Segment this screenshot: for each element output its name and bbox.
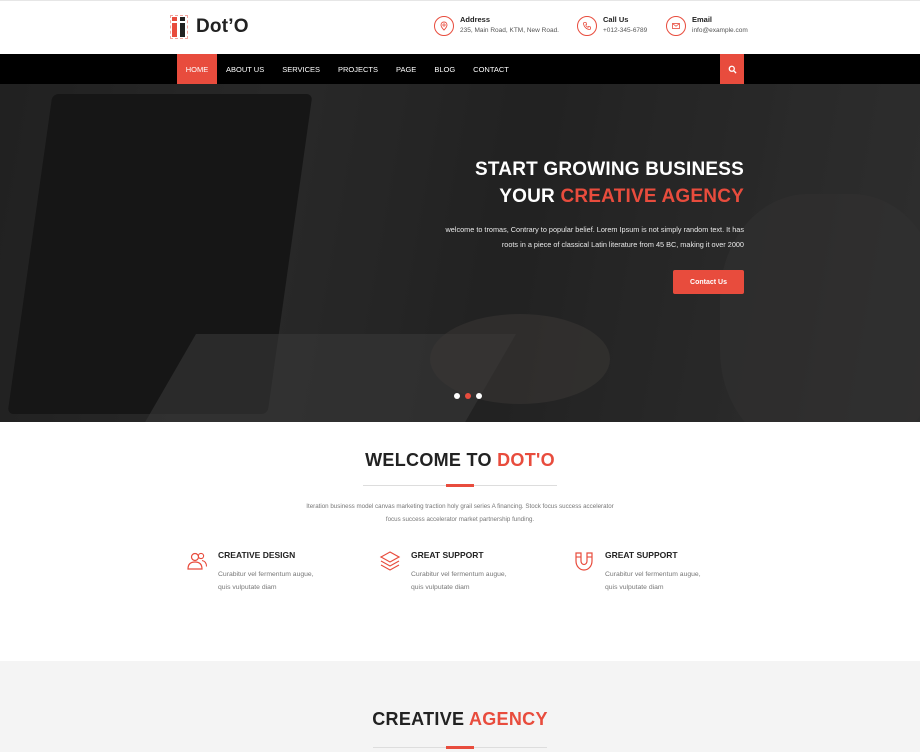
address-block: Address 235, Main Road, KTM, New Road. xyxy=(434,14,559,36)
top-header: Dot’O Address 235, Main Road, KTM, New R… xyxy=(0,0,920,54)
address-value: 235, Main Road, KTM, New Road. xyxy=(460,27,559,34)
envelope-icon xyxy=(666,16,686,36)
nav-item-home[interactable]: HOME xyxy=(177,54,217,84)
feature-text-line2: quis vulputate diam xyxy=(218,584,277,591)
search-icon xyxy=(728,65,737,74)
feature-text: Curabitur vel fermentum augue, quis vulp… xyxy=(605,568,735,594)
hero-desc-line2: roots in a piece of classical Latin lite… xyxy=(501,240,744,249)
feature-text: Curabitur vel fermentum augue, quis vulp… xyxy=(411,568,541,594)
address-title: Address xyxy=(460,15,491,24)
call-block: Call Us +012-345-6789 xyxy=(577,14,647,36)
map-pin-icon xyxy=(434,16,454,36)
slider-dot-2[interactable] xyxy=(465,393,471,399)
welcome-title: WELCOME TO DOT'O xyxy=(0,450,920,471)
nav-item-page[interactable]: PAGE xyxy=(387,54,425,84)
hero-overlay xyxy=(0,84,920,422)
nav-menu: HOME ABOUT US SERVICES PROJECTS PAGE BLO… xyxy=(177,54,518,84)
agency-title-plain: CREATIVE xyxy=(372,709,469,729)
hero-desc-line1: welcome to tromas, Contrary to popular b… xyxy=(445,225,745,234)
users-icon xyxy=(187,552,208,570)
call-title: Call Us xyxy=(603,15,629,24)
welcome-description: Iteration business model canvas marketin… xyxy=(300,500,620,526)
hero-title-line1: START GROWING BUSINESS xyxy=(475,159,744,180)
brand-name: Dot’O xyxy=(196,16,249,37)
welcome-title-accent: DOT'O xyxy=(497,450,555,470)
feature-creative-design: CREATIVE DESIGN Curabitur vel fermentum … xyxy=(186,550,366,610)
feature-great-support-2: GREAT SUPPORT Curabitur vel fermentum au… xyxy=(573,550,753,610)
slider-dots xyxy=(454,393,482,399)
nav-item-blog[interactable]: BLOG xyxy=(425,54,464,84)
welcome-section: WELCOME TO DOT'O Iteration business mode… xyxy=(0,422,920,661)
nav-item-projects[interactable]: PROJECTS xyxy=(329,54,387,84)
email-title: Email xyxy=(692,15,713,24)
slider-dot-1[interactable] xyxy=(454,393,460,399)
agency-title: CREATIVE AGENCY xyxy=(0,709,920,730)
nav-item-services[interactable]: SERVICES xyxy=(273,54,329,84)
feature-great-support-1: GREAT SUPPORT Curabitur vel fermentum au… xyxy=(379,550,559,610)
feature-title: CREATIVE DESIGN xyxy=(218,550,296,560)
logo-mark-icon xyxy=(170,15,190,39)
nav-item-about-us[interactable]: ABOUT US xyxy=(217,54,273,84)
feature-text-line1: Curabitur vel fermentum augue, xyxy=(605,571,701,578)
feature-title: GREAT SUPPORT xyxy=(605,550,678,560)
call-value[interactable]: +012-345-6789 xyxy=(603,25,647,36)
feature-text: Curabitur vel fermentum augue, quis vulp… xyxy=(218,568,348,594)
agency-divider xyxy=(373,746,547,749)
hero-title: START GROWING BUSINESS YOUR CREATIVE AGE… xyxy=(475,156,744,210)
main-navbar: HOME ABOUT US SERVICES PROJECTS PAGE BLO… xyxy=(0,54,920,84)
feature-text-line1: Curabitur vel fermentum augue, xyxy=(411,571,507,578)
welcome-desc-line1: Iteration business model canvas marketin… xyxy=(306,503,614,510)
email-value[interactable]: info@example.com xyxy=(692,25,748,36)
feature-title: GREAT SUPPORT xyxy=(411,550,484,560)
welcome-divider xyxy=(363,484,557,487)
hero-slider: START GROWING BUSINESS YOUR CREATIVE AGE… xyxy=(0,84,920,422)
welcome-desc-line2: focus success accelerator market partner… xyxy=(385,516,535,523)
email-block: Email info@example.com xyxy=(666,14,748,36)
creative-agency-section: CREATIVE AGENCY xyxy=(0,661,920,752)
welcome-title-plain: WELCOME TO xyxy=(365,450,498,470)
feature-text-line1: Curabitur vel fermentum augue, xyxy=(218,571,314,578)
search-button[interactable] xyxy=(720,54,744,84)
feature-text-line2: quis vulputate diam xyxy=(411,584,470,591)
slider-dot-3[interactable] xyxy=(476,393,482,399)
layers-icon xyxy=(379,551,401,571)
hero-title-accent: CREATIVE AGENCY xyxy=(560,186,744,207)
hero-title-plain: YOUR xyxy=(499,186,561,207)
hero-description: welcome to tromas, Contrary to popular b… xyxy=(414,222,745,252)
hero-title-line2: YOUR CREATIVE AGENCY xyxy=(475,183,744,210)
feature-text-line2: quis vulputate diam xyxy=(605,584,664,591)
agency-title-accent: AGENCY xyxy=(468,709,548,729)
phone-icon xyxy=(577,16,597,36)
contact-us-button[interactable]: Contact Us xyxy=(673,270,744,294)
magnet-icon xyxy=(575,552,593,571)
site-logo[interactable]: Dot’O xyxy=(170,15,249,39)
nav-item-contact[interactable]: CONTACT xyxy=(464,54,518,84)
